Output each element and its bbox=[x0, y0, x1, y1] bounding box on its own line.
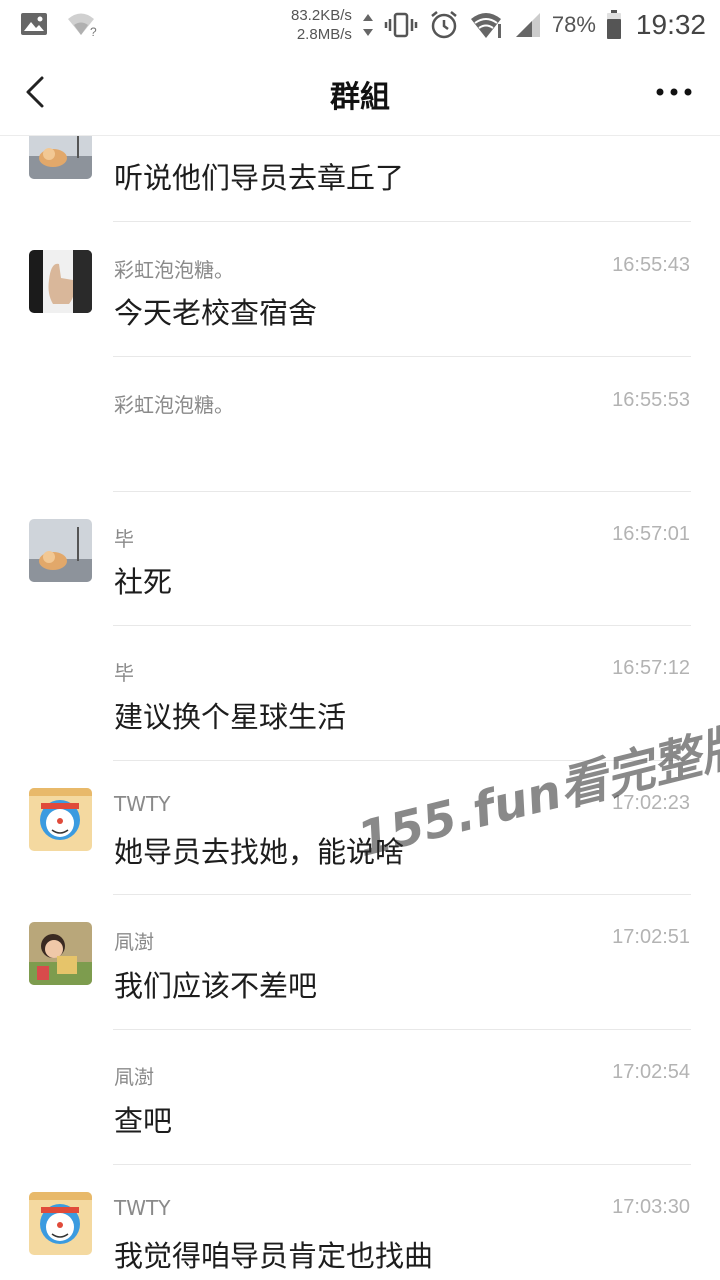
sender-name: 毕 bbox=[114, 661, 134, 685]
divider bbox=[113, 221, 691, 222]
sender-name: 凬澍 bbox=[114, 930, 154, 954]
battery-icon bbox=[606, 10, 622, 40]
vibrate-icon bbox=[384, 11, 418, 39]
avatar[interactable] bbox=[29, 1192, 92, 1255]
status-bar: ? 83.2KB/s 2.8MB/s 78% 19:32 bbox=[0, 0, 720, 50]
message-time: 16:57:01 bbox=[612, 523, 690, 545]
header: 群組 bbox=[0, 50, 720, 136]
wifi-question-icon: ? bbox=[66, 10, 100, 38]
divider bbox=[113, 894, 691, 895]
network-speed: 83.2KB/s 2.8MB/s bbox=[291, 6, 352, 44]
download-speed: 2.8MB/s bbox=[296, 26, 352, 43]
more-button[interactable] bbox=[654, 84, 694, 100]
sender-name: 彩虹泡泡糖。 bbox=[114, 258, 234, 282]
message-text: 今天老校查宿舍 bbox=[114, 296, 318, 330]
message-time: 16:55:43 bbox=[612, 254, 690, 276]
sender-name: 毕 bbox=[114, 527, 134, 551]
avatar[interactable] bbox=[29, 922, 92, 985]
transfer-arrows-icon bbox=[362, 12, 374, 38]
message-text: 查吧 bbox=[114, 1104, 173, 1138]
signal-icon bbox=[514, 11, 542, 39]
divider bbox=[113, 1029, 691, 1030]
message-time: 16:57:12 bbox=[612, 657, 690, 679]
svg-text:?: ? bbox=[90, 25, 97, 38]
message-text: 我们应该不差吧 bbox=[114, 969, 318, 1003]
alarm-icon bbox=[428, 9, 460, 41]
sender-name: 彩虹泡泡糖。 bbox=[114, 393, 234, 417]
message-list[interactable]: 听说他们导员去章丘了 彩虹泡泡糖。 16:55:43 今天老校查宿舍 彩虹泡泡糖… bbox=[0, 0, 720, 1280]
divider bbox=[113, 356, 691, 357]
message-time: 16:55:53 bbox=[612, 389, 690, 411]
message-text: 我觉得咱导员肯定也找曲 bbox=[114, 1239, 434, 1273]
sender-name: 凬澍 bbox=[114, 1065, 154, 1089]
message-time: 17:02:54 bbox=[612, 1061, 690, 1083]
image-icon bbox=[20, 12, 48, 36]
more-dots-icon bbox=[656, 88, 692, 96]
message-time: 17:02:51 bbox=[612, 926, 690, 948]
clock: 19:32 bbox=[635, 9, 706, 40]
page-title: 群組 bbox=[330, 80, 390, 115]
avatar[interactable] bbox=[29, 250, 92, 313]
avatar[interactable] bbox=[29, 519, 92, 582]
avatar[interactable] bbox=[29, 788, 92, 851]
divider bbox=[113, 625, 691, 626]
battery-percentage: 78% bbox=[551, 12, 596, 37]
message-text: 建议换个星球生活 bbox=[114, 700, 347, 734]
message-text: 社死 bbox=[114, 565, 173, 599]
message-time: 17:03:30 bbox=[612, 1196, 690, 1218]
sender-name: TWTY bbox=[114, 1196, 171, 1220]
divider bbox=[113, 1164, 691, 1165]
wifi-icon bbox=[470, 10, 504, 40]
divider bbox=[113, 491, 691, 492]
upload-speed: 83.2KB/s bbox=[291, 7, 352, 24]
sender-name: TWTY bbox=[114, 792, 171, 816]
message-text: 听说他们导员去章丘了 bbox=[114, 161, 405, 195]
